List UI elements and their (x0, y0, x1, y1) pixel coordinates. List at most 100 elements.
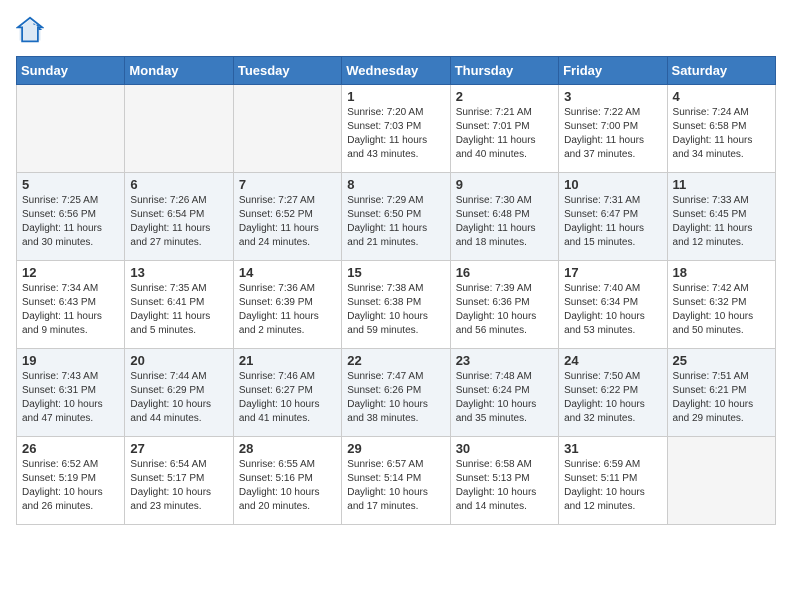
day-info: Sunrise: 7:50 AM Sunset: 6:22 PM Dayligh… (564, 370, 661, 426)
calendar-cell: 10 Sunrise: 7:31 AM Sunset: 6:47 PM Dayli… (559, 173, 667, 261)
day-info: Sunrise: 6:54 AM Sunset: 5:17 PM Dayligh… (130, 458, 227, 514)
day-info: Sunrise: 7:21 AM Sunset: 7:01 PM Dayligh… (456, 106, 553, 162)
day-info: Sunrise: 7:39 AM Sunset: 6:36 PM Dayligh… (456, 282, 553, 338)
calendar-cell: 7Sunrise: 7:27 AM Sunset: 6:52 PM Daylig… (233, 173, 341, 261)
day-info: Sunrise: 7:47 AM Sunset: 6:26 PM Dayligh… (347, 370, 444, 426)
day-number: 23 (456, 353, 553, 368)
day-number: 2 (456, 89, 553, 104)
calendar-table: SundayMondayTuesdayWednesdayThursdayFrid… (16, 56, 776, 525)
day-info: Sunrise: 7:20 AM Sunset: 7:03 PM Dayligh… (347, 106, 444, 162)
day-number: 20 (130, 353, 227, 368)
day-number: 22 (347, 353, 444, 368)
calendar-cell (667, 437, 775, 525)
day-number: 17 (564, 265, 661, 280)
calendar-cell: 1 Sunrise: 7:20 AM Sunset: 7:03 PM Daylig… (342, 85, 450, 173)
day-number: 7 (239, 177, 336, 192)
day-info: Sunrise: 7:34 AM Sunset: 6:43 PM Dayligh… (22, 282, 119, 338)
calendar-cell: 18 Sunrise: 7:42 AM Sunset: 6:32 PM Dayli… (667, 261, 775, 349)
calendar-week-1: 1 Sunrise: 7:20 AM Sunset: 7:03 PM Daylig… (17, 85, 776, 173)
day-info: Sunrise: 7:22 AM Sunset: 7:00 PM Dayligh… (564, 106, 661, 162)
calendar-cell: 16 Sunrise: 7:39 AM Sunset: 6:36 PM Dayli… (450, 261, 558, 349)
day-info: Sunrise: 6:57 AM Sunset: 5:14 PM Dayligh… (347, 458, 444, 514)
day-info: Sunrise: 7:35 AM Sunset: 6:41 PM Dayligh… (130, 282, 227, 338)
day-number: 13 (130, 265, 227, 280)
day-number: 26 (22, 441, 119, 456)
calendar-cell: 2 Sunrise: 7:21 AM Sunset: 7:01 PM Daylig… (450, 85, 558, 173)
day-number: 21 (239, 353, 336, 368)
col-header-tuesday: Tuesday (233, 57, 341, 85)
day-info: Sunrise: 6:52 AM Sunset: 5:19 PM Dayligh… (22, 458, 119, 514)
day-info: Sunrise: 7:30 AM Sunset: 6:48 PM Dayligh… (456, 194, 553, 250)
day-info: Sunrise: 7:48 AM Sunset: 6:24 PM Dayligh… (456, 370, 553, 426)
calendar-cell: 28Sunrise: 6:55 AM Sunset: 5:16 PM Dayli… (233, 437, 341, 525)
day-info: Sunrise: 7:42 AM Sunset: 6:32 PM Dayligh… (673, 282, 770, 338)
day-number: 25 (673, 353, 770, 368)
calendar-cell (17, 85, 125, 173)
col-header-friday: Friday (559, 57, 667, 85)
calendar-cell: 29 Sunrise: 6:57 AM Sunset: 5:14 PM Dayli… (342, 437, 450, 525)
calendar-week-5: 26 Sunrise: 6:52 AM Sunset: 5:19 PM Dayli… (17, 437, 776, 525)
col-header-monday: Monday (125, 57, 233, 85)
calendar-cell: 3 Sunrise: 7:22 AM Sunset: 7:00 PM Daylig… (559, 85, 667, 173)
day-info: Sunrise: 7:46 AM Sunset: 6:27 PM Dayligh… (239, 370, 336, 426)
day-info: Sunrise: 7:29 AM Sunset: 6:50 PM Dayligh… (347, 194, 444, 250)
calendar-cell: 21 Sunrise: 7:46 AM Sunset: 6:27 PM Dayli… (233, 349, 341, 437)
day-info: Sunrise: 7:51 AM Sunset: 6:21 PM Dayligh… (673, 370, 770, 426)
day-number: 15 (347, 265, 444, 280)
calendar-cell: 8 Sunrise: 7:29 AM Sunset: 6:50 PM Daylig… (342, 173, 450, 261)
day-number: 18 (673, 265, 770, 280)
day-info: Sunrise: 7:40 AM Sunset: 6:34 PM Dayligh… (564, 282, 661, 338)
calendar-cell: 27 Sunrise: 6:54 AM Sunset: 5:17 PM Dayli… (125, 437, 233, 525)
day-number: 11 (673, 177, 770, 192)
calendar-cell: 24 Sunrise: 7:50 AM Sunset: 6:22 PM Dayli… (559, 349, 667, 437)
logo (16, 16, 48, 44)
col-header-sunday: Sunday (17, 57, 125, 85)
day-info: Sunrise: 7:26 AM Sunset: 6:54 PM Dayligh… (130, 194, 227, 250)
day-number: 29 (347, 441, 444, 456)
day-number: 16 (456, 265, 553, 280)
day-number: 8 (347, 177, 444, 192)
calendar-cell: 4Sunrise: 7:24 AM Sunset: 6:58 PM Daylig… (667, 85, 775, 173)
day-number: 5 (22, 177, 119, 192)
calendar-cell: 23 Sunrise: 7:48 AM Sunset: 6:24 PM Dayli… (450, 349, 558, 437)
calendar-cell: 9 Sunrise: 7:30 AM Sunset: 6:48 PM Daylig… (450, 173, 558, 261)
day-info: Sunrise: 7:25 AM Sunset: 6:56 PM Dayligh… (22, 194, 119, 250)
day-number: 27 (130, 441, 227, 456)
day-number: 19 (22, 353, 119, 368)
calendar-cell: 13 Sunrise: 7:35 AM Sunset: 6:41 PM Dayli… (125, 261, 233, 349)
calendar-cell: 17 Sunrise: 7:40 AM Sunset: 6:34 PM Dayli… (559, 261, 667, 349)
col-header-saturday: Saturday (667, 57, 775, 85)
day-number: 31 (564, 441, 661, 456)
calendar-cell: 26 Sunrise: 6:52 AM Sunset: 5:19 PM Dayli… (17, 437, 125, 525)
day-info: Sunrise: 7:44 AM Sunset: 6:29 PM Dayligh… (130, 370, 227, 426)
day-number: 14 (239, 265, 336, 280)
day-info: Sunrise: 7:36 AM Sunset: 6:39 PM Dayligh… (239, 282, 336, 338)
calendar-cell (233, 85, 341, 173)
day-info: Sunrise: 6:59 AM Sunset: 5:11 PM Dayligh… (564, 458, 661, 514)
day-number: 6 (130, 177, 227, 192)
day-info: Sunrise: 7:24 AM Sunset: 6:58 PM Dayligh… (673, 106, 770, 162)
logo-icon (16, 16, 44, 44)
calendar-cell: 6 Sunrise: 7:26 AM Sunset: 6:54 PM Daylig… (125, 173, 233, 261)
day-info: Sunrise: 7:33 AM Sunset: 6:45 PM Dayligh… (673, 194, 770, 250)
day-number: 3 (564, 89, 661, 104)
day-info: Sunrise: 7:31 AM Sunset: 6:47 PM Dayligh… (564, 194, 661, 250)
day-number: 10 (564, 177, 661, 192)
calendar-cell (125, 85, 233, 173)
calendar-cell: 11 Sunrise: 7:33 AM Sunset: 6:45 PM Dayli… (667, 173, 775, 261)
day-info: Sunrise: 7:43 AM Sunset: 6:31 PM Dayligh… (22, 370, 119, 426)
calendar-cell: 14 Sunrise: 7:36 AM Sunset: 6:39 PM Dayli… (233, 261, 341, 349)
calendar-cell: 30 Sunrise: 6:58 AM Sunset: 5:13 PM Dayli… (450, 437, 558, 525)
day-number: 1 (347, 89, 444, 104)
header-row: SundayMondayTuesdayWednesdayThursdayFrid… (17, 57, 776, 85)
calendar-cell: 12Sunrise: 7:34 AM Sunset: 6:43 PM Dayli… (17, 261, 125, 349)
day-info: Sunrise: 6:58 AM Sunset: 5:13 PM Dayligh… (456, 458, 553, 514)
day-number: 9 (456, 177, 553, 192)
calendar-cell: 25 Sunrise: 7:51 AM Sunset: 6:21 PM Dayli… (667, 349, 775, 437)
day-number: 24 (564, 353, 661, 368)
calendar-cell: 19 Sunrise: 7:43 AM Sunset: 6:31 PM Dayli… (17, 349, 125, 437)
calendar-week-3: 12Sunrise: 7:34 AM Sunset: 6:43 PM Dayli… (17, 261, 776, 349)
day-number: 30 (456, 441, 553, 456)
calendar-week-2: 5 Sunrise: 7:25 AM Sunset: 6:56 PM Daylig… (17, 173, 776, 261)
calendar-cell: 5 Sunrise: 7:25 AM Sunset: 6:56 PM Daylig… (17, 173, 125, 261)
